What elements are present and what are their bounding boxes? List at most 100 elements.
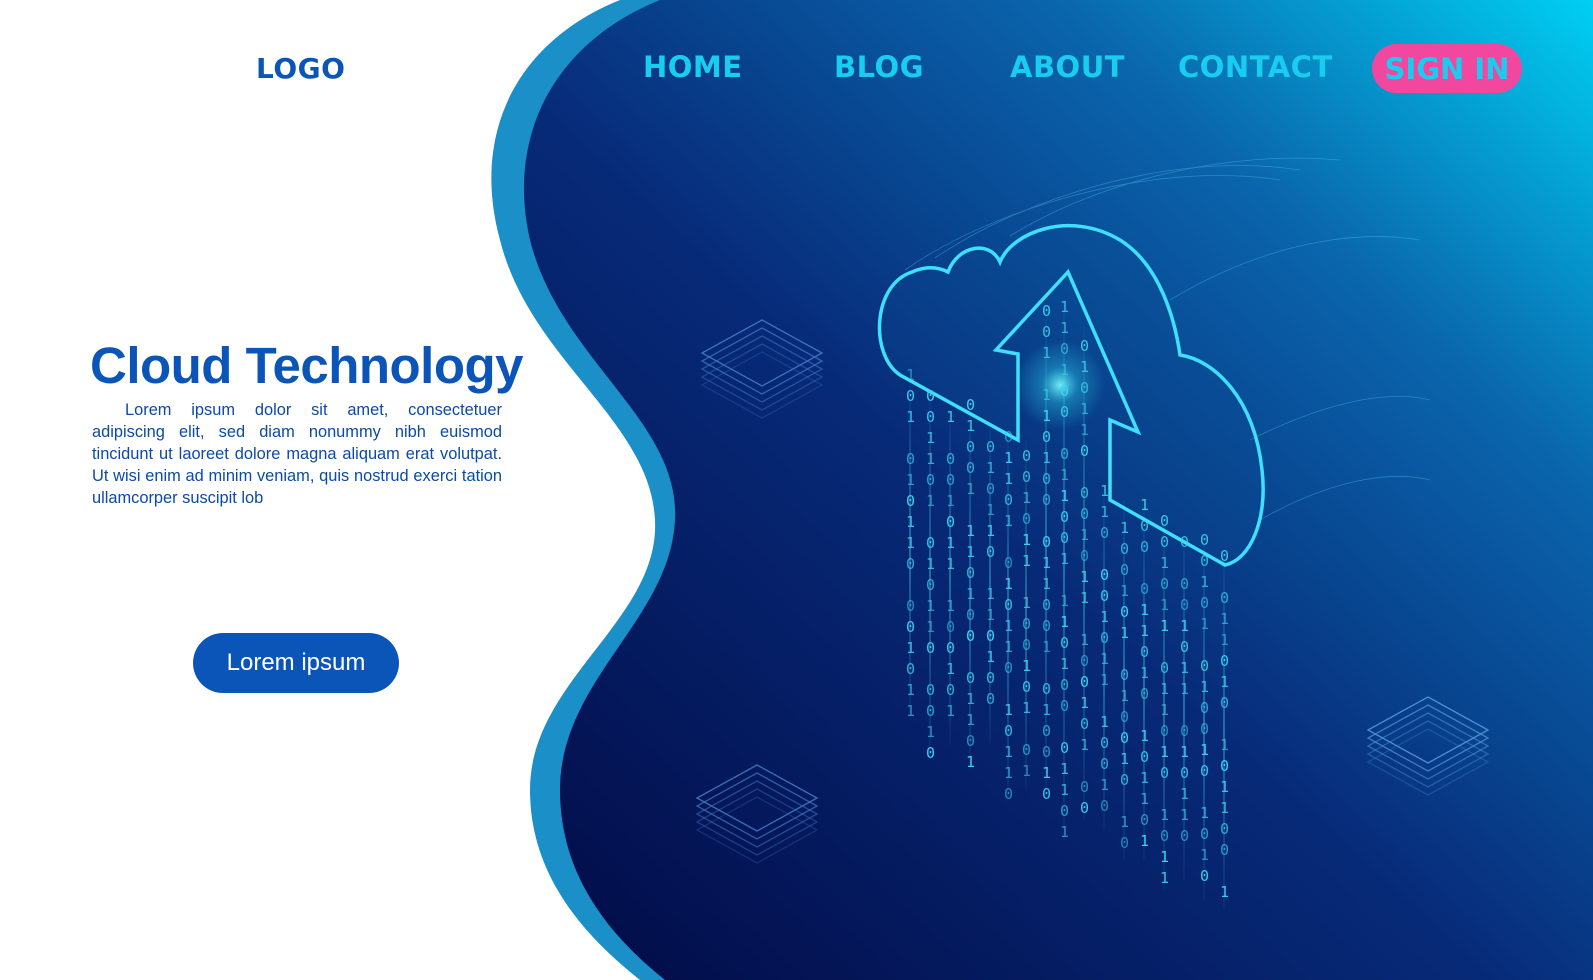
binary-digit: 1 [1220,736,1229,754]
binary-digit: 1 [1060,487,1069,505]
binary-digit: 0 [1080,337,1089,355]
binary-trail [1063,300,1065,840]
binary-digit: 0 [1042,533,1051,551]
binary-digit: 0 [1022,741,1031,759]
sign-in-button[interactable]: SIGN IN [1372,44,1522,93]
binary-digit: 1 [1042,554,1051,572]
binary-digit: 1 [1100,608,1109,626]
landing-page: 1010101100010110011010101100010100101110… [0,0,1593,980]
binary-digit: 0 [1220,589,1229,607]
binary-digit: 1 [1200,741,1209,759]
hero-description: Lorem ipsum dolor sit amet, consectetuer… [92,401,502,507]
binary-digit: 1 [1180,785,1189,803]
binary-digit: 1 [1120,813,1129,831]
nav-about[interactable]: ABOUT [1010,50,1125,84]
nav-contact[interactable]: CONTACT [1178,50,1333,84]
binary-digit: 1 [1140,664,1149,682]
binary-digit: 0 [1220,694,1229,712]
binary-digit: 1 [986,459,995,477]
binary-digit: 1 [926,597,935,615]
binary-digit: 1 [1100,713,1109,731]
binary-digit: 0 [1220,757,1229,775]
binary-digit: 0 [1004,554,1013,572]
binary-digit: 1 [1220,799,1229,817]
binary-digit: 1 [1004,701,1013,719]
binary-digit: 1 [1060,823,1069,841]
binary-digit: 0 [1100,797,1109,815]
binary-digit: 1 [966,522,975,540]
nav-blog[interactable]: BLOG [834,50,924,84]
binary-digit: 0 [906,387,915,405]
binary-digit: 1 [1180,617,1189,635]
binary-digit: 1 [1220,610,1229,628]
binary-digit: 0 [1060,676,1069,694]
binary-digit: 1 [1060,550,1069,568]
binary-digit: 1 [1100,671,1109,689]
binary-digit: 1 [1160,743,1169,761]
binary-digit: 0 [1060,634,1069,652]
cta-button[interactable]: Lorem ipsum [193,633,399,693]
binary-digit: 0 [1060,739,1069,757]
binary-digit: 0 [966,564,975,582]
binary-digit: 0 [1220,820,1229,838]
binary-digit: 0 [906,555,915,573]
binary-digit: 0 [1120,561,1129,579]
binary-digit: 1 [1080,589,1089,607]
binary-digit: 1 [1200,846,1209,864]
binary-digit: 0 [1042,617,1051,635]
binary-digit: 0 [1120,666,1129,684]
binary-digit: 1 [1004,617,1013,635]
nav-home[interactable]: HOME [643,50,743,84]
binary-digit: 1 [1080,694,1089,712]
binary-digit: 0 [1042,722,1051,740]
binary-digit: 1 [1160,848,1169,866]
binary-digit: 1 [1140,790,1149,808]
binary-digit: 0 [946,618,955,636]
binary-digit: 0 [926,408,935,426]
binary-digit: 0 [1080,778,1089,796]
binary-digit: 0 [1060,382,1069,400]
binary-digit: 1 [1060,781,1069,799]
binary-digit: 0 [1140,580,1149,598]
binary-digit: 1 [1022,699,1031,717]
binary-digit: 1 [1100,482,1109,500]
binary-digit: 0 [1060,697,1069,715]
binary-digit: 1 [1160,806,1169,824]
binary-digit: 0 [1180,596,1189,614]
binary-digit: 1 [986,606,995,624]
binary-digit: 0 [1180,764,1189,782]
binary-digit: 0 [906,492,915,510]
binary-digit: 1 [946,555,955,573]
binary-digit: 0 [1080,484,1089,502]
binary-digit: 0 [1220,547,1229,565]
binary-digit: 0 [1042,596,1051,614]
binary-digit: 1 [986,585,995,603]
binary-digit: 0 [1004,491,1013,509]
binary-digit: 1 [906,639,915,657]
binary-digit: 0 [986,627,995,645]
binary-digit: 1 [1042,449,1051,467]
binary-digit: 0 [1220,652,1229,670]
binary-digit: 1 [1022,594,1031,612]
binary-digit: 1 [1080,568,1089,586]
binary-digit: 1 [1100,503,1109,521]
binary-digit: 0 [1200,720,1209,738]
binary-digit: 1 [1004,512,1013,530]
binary-digit: 1 [1200,573,1209,591]
binary-digit: 0 [986,480,995,498]
binary-digit: 0 [1080,547,1089,565]
binary-digit: 1 [1042,764,1051,782]
logo[interactable]: LOGO [256,52,345,85]
binary-digit: 1 [1180,680,1189,698]
binary-digit: 0 [1060,508,1069,526]
binary-digit: 1 [1200,678,1209,696]
binary-digit: 1 [1160,869,1169,887]
binary-digit: 1 [1100,650,1109,668]
binary-digit: 0 [1080,442,1089,460]
binary-digit: 1 [986,501,995,519]
binary-digit: 1 [1140,727,1149,745]
binary-digit: 1 [1180,659,1189,677]
binary-digit: 1 [1060,298,1069,316]
binary-digit: 1 [1022,552,1031,570]
binary-digit: 1 [926,555,935,573]
